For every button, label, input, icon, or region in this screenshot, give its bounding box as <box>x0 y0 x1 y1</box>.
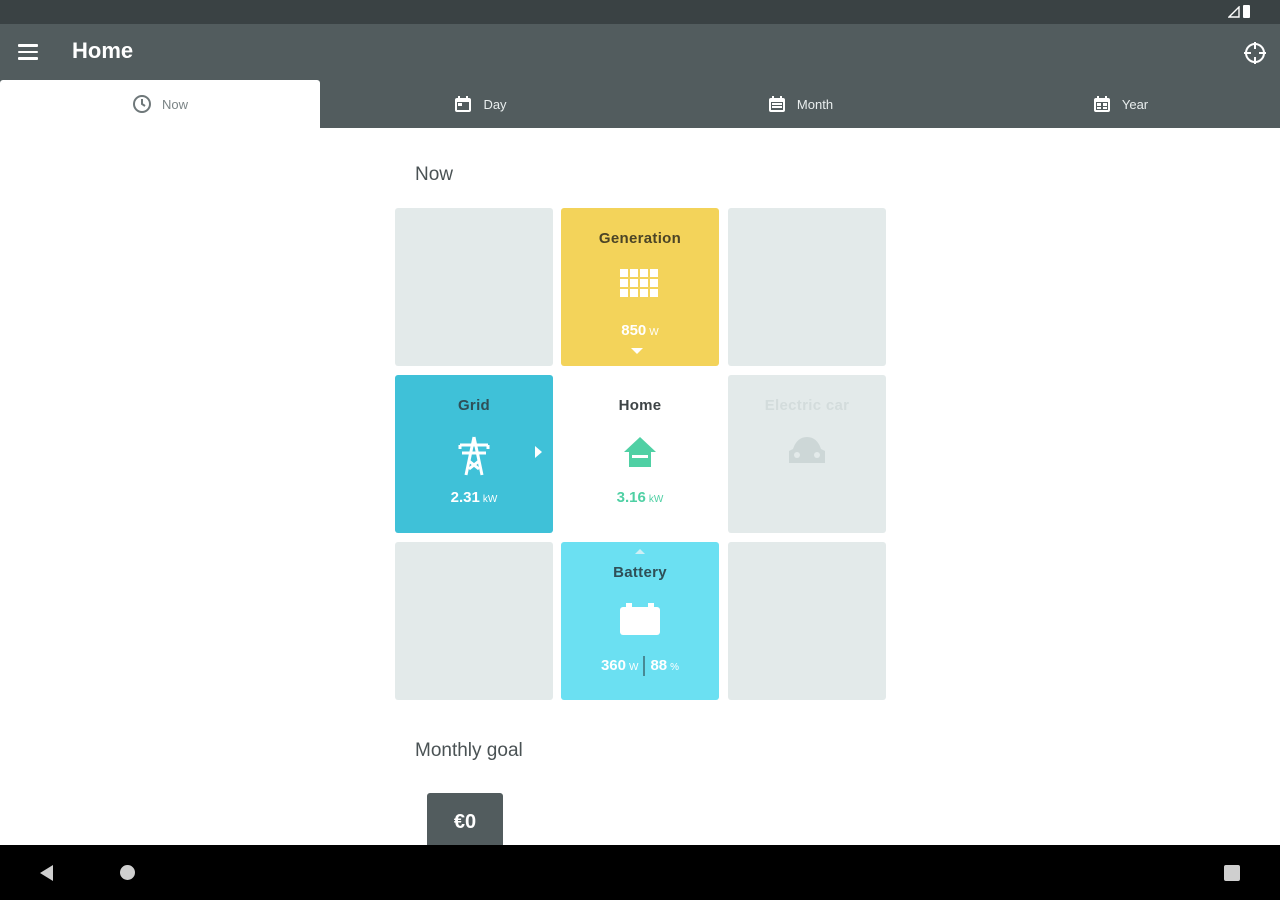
recent-apps-icon[interactable] <box>1224 865 1240 881</box>
power-pylon-icon <box>458 436 490 476</box>
electric-car-tile[interactable]: Electric car <box>728 375 886 533</box>
back-icon[interactable] <box>40 865 53 881</box>
tab-now[interactable]: Now <box>0 80 320 128</box>
home-circle-icon[interactable] <box>120 865 135 880</box>
empty-tile <box>728 542 886 700</box>
empty-tile <box>395 208 553 366</box>
battery-status-icon <box>1243 5 1250 18</box>
flow-down-arrow-icon <box>631 348 643 354</box>
home-value: 3.16 kW <box>616 489 664 506</box>
tab-day-label: Day <box>483 96 507 112</box>
crosshair-icon[interactable] <box>1242 40 1268 66</box>
empty-tile <box>728 208 886 366</box>
monthly-goal-title: Monthly goal <box>415 740 523 761</box>
home-tile[interactable]: Home 3.16 kW <box>561 375 719 533</box>
status-bar <box>0 0 1280 24</box>
calendar-day-icon <box>455 96 472 112</box>
calendar-year-icon <box>1093 96 1110 112</box>
home-label: Home <box>618 397 662 414</box>
tab-year[interactable]: Year <box>960 80 1280 128</box>
signal-icon <box>1228 6 1240 18</box>
menu-button[interactable] <box>14 40 42 64</box>
grid-value: 2.31 kW <box>450 489 498 506</box>
tab-year-label: Year <box>1121 96 1149 112</box>
divider <box>643 656 646 676</box>
tab-month[interactable]: Month <box>640 80 960 128</box>
calendar-month-icon <box>768 96 785 112</box>
electric-car-label: Electric car <box>764 397 850 414</box>
grid-tile[interactable]: Grid 2.31 kW <box>395 375 553 533</box>
monthly-goal-value[interactable]: €0 <box>427 793 503 853</box>
tab-month-label: Month <box>796 96 834 112</box>
energy-flow-grid: Generation 850 W Grid 2.31 kW Home 3.16 … <box>395 208 887 700</box>
page-title: Home <box>72 38 134 63</box>
battery-tile[interactable]: Battery 360 W 88% <box>561 542 719 700</box>
car-icon <box>789 437 825 463</box>
flow-right-arrow-icon <box>535 446 542 458</box>
system-nav-bar <box>0 845 1280 900</box>
battery-label: Battery <box>613 564 667 581</box>
tab-day[interactable]: Day <box>320 80 640 128</box>
generation-label: Generation <box>598 230 682 247</box>
solar-panel-icon <box>620 269 658 297</box>
clock-icon <box>132 95 151 113</box>
battery-icon <box>620 603 660 635</box>
empty-tile <box>395 542 553 700</box>
now-section-title: Now <box>415 164 454 185</box>
generation-value: 850 W <box>621 322 659 339</box>
tab-bar: Now Day Month Year <box>0 80 1280 128</box>
battery-value: 360 W 88% <box>561 656 719 676</box>
app-bar: Home Now Day Month Year <box>0 24 1280 128</box>
tab-now-label: Now <box>161 96 188 112</box>
house-icon <box>624 437 656 467</box>
flow-up-arrow-icon <box>635 549 645 554</box>
grid-label: Grid <box>457 397 491 414</box>
hamburger-menu-icon <box>18 44 38 47</box>
generation-tile[interactable]: Generation 850 W <box>561 208 719 366</box>
